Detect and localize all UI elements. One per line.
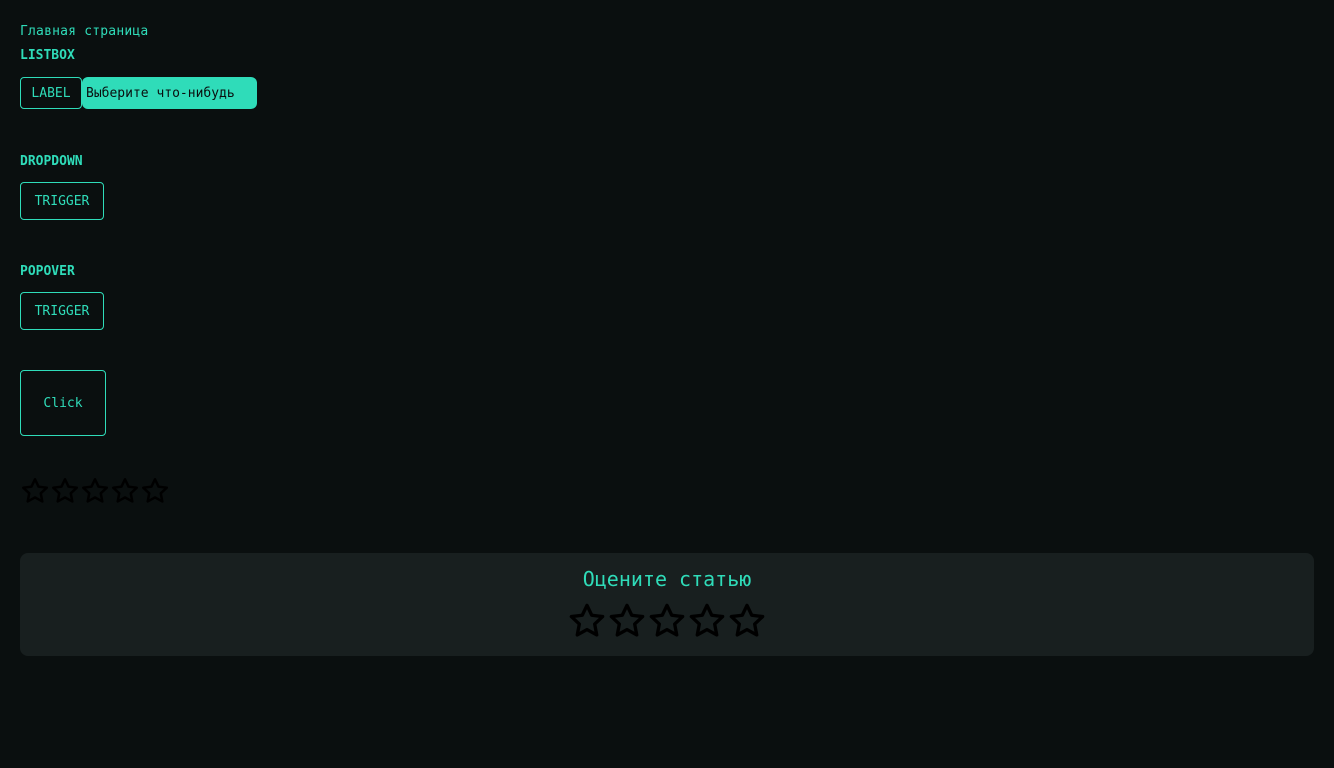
star-outline-icon[interactable] bbox=[727, 601, 767, 641]
listbox-select-button[interactable]: Выберите что-нибудь bbox=[82, 77, 257, 109]
star-outline-icon[interactable] bbox=[50, 476, 80, 506]
star-outline-icon[interactable] bbox=[110, 476, 140, 506]
listbox: LABEL Выберите что-нибудь bbox=[20, 77, 257, 109]
article-star-rating bbox=[567, 601, 767, 641]
small-star-rating bbox=[20, 476, 170, 506]
star-outline-icon[interactable] bbox=[567, 601, 607, 641]
listbox-label: LABEL bbox=[20, 77, 82, 109]
star-outline-icon[interactable] bbox=[140, 476, 170, 506]
article-rating-card: Оцените статью bbox=[20, 553, 1314, 656]
star-outline-icon[interactable] bbox=[20, 476, 50, 506]
click-button[interactable]: Click bbox=[20, 370, 106, 436]
star-outline-icon[interactable] bbox=[607, 601, 647, 641]
dropdown-trigger-button[interactable]: TRIGGER bbox=[20, 182, 104, 220]
star-outline-icon[interactable] bbox=[80, 476, 110, 506]
popover-trigger-button[interactable]: TRIGGER bbox=[20, 292, 104, 330]
dropdown-section-title: DROPDOWN bbox=[20, 154, 83, 169]
popover-section-title: POPOVER bbox=[20, 264, 75, 279]
breadcrumb[interactable]: Главная страница bbox=[20, 24, 148, 40]
star-outline-icon[interactable] bbox=[647, 601, 687, 641]
listbox-section-title: LISTBOX bbox=[20, 48, 75, 63]
article-rating-title: Оцените статью bbox=[582, 567, 752, 591]
page: Главная страница LISTBOX LABEL Выберите … bbox=[20, 0, 1314, 768]
star-outline-icon[interactable] bbox=[687, 601, 727, 641]
